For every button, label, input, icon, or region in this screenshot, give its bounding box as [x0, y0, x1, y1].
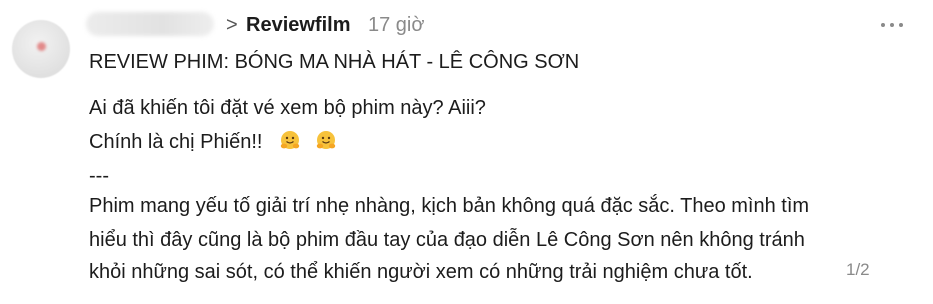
hugging-face-emoji-icon	[316, 131, 335, 149]
post-paragraph-line-1: Phim mang yếu tố giải trí nhẹ nhàng, kịc…	[89, 195, 810, 217]
dot	[899, 23, 903, 27]
post-timestamp[interactable]: 17 giờ	[368, 13, 424, 37]
post-card: > Reviewfilm 17 giờ REVIEW PHIM: BÓNG MA…	[0, 0, 933, 304]
page-indicator: 1/2	[846, 260, 870, 279]
post-line-2-text: Chính là chị Phiến!!	[89, 131, 263, 153]
post-line-1: Ai đã khiến tôi đặt vé xem bộ phim này? …	[89, 97, 486, 119]
post-paragraph-line-3: khỏi những sai sót, có thể khiến người x…	[89, 261, 753, 283]
more-options-icon[interactable]	[872, 14, 912, 36]
post-separator: ---	[89, 165, 109, 187]
chevron-right-icon: >	[226, 14, 238, 36]
username-blurred[interactable]	[86, 12, 214, 36]
avatar-detail	[37, 42, 46, 51]
group-name-link[interactable]: Reviewfilm	[246, 13, 350, 37]
dot	[890, 23, 894, 27]
post-line-2: Chính là chị Phiến!!	[89, 129, 338, 155]
hugging-face-emoji-icon	[280, 131, 300, 149]
post-title: REVIEW PHIM: BÓNG MA NHÀ HÁT - LÊ CÔNG S…	[89, 51, 580, 73]
avatar[interactable]	[12, 20, 70, 78]
post-paragraph-line-2: hiểu thì đây cũng là bộ phim đầu tay của…	[89, 229, 805, 251]
dot	[881, 23, 885, 27]
